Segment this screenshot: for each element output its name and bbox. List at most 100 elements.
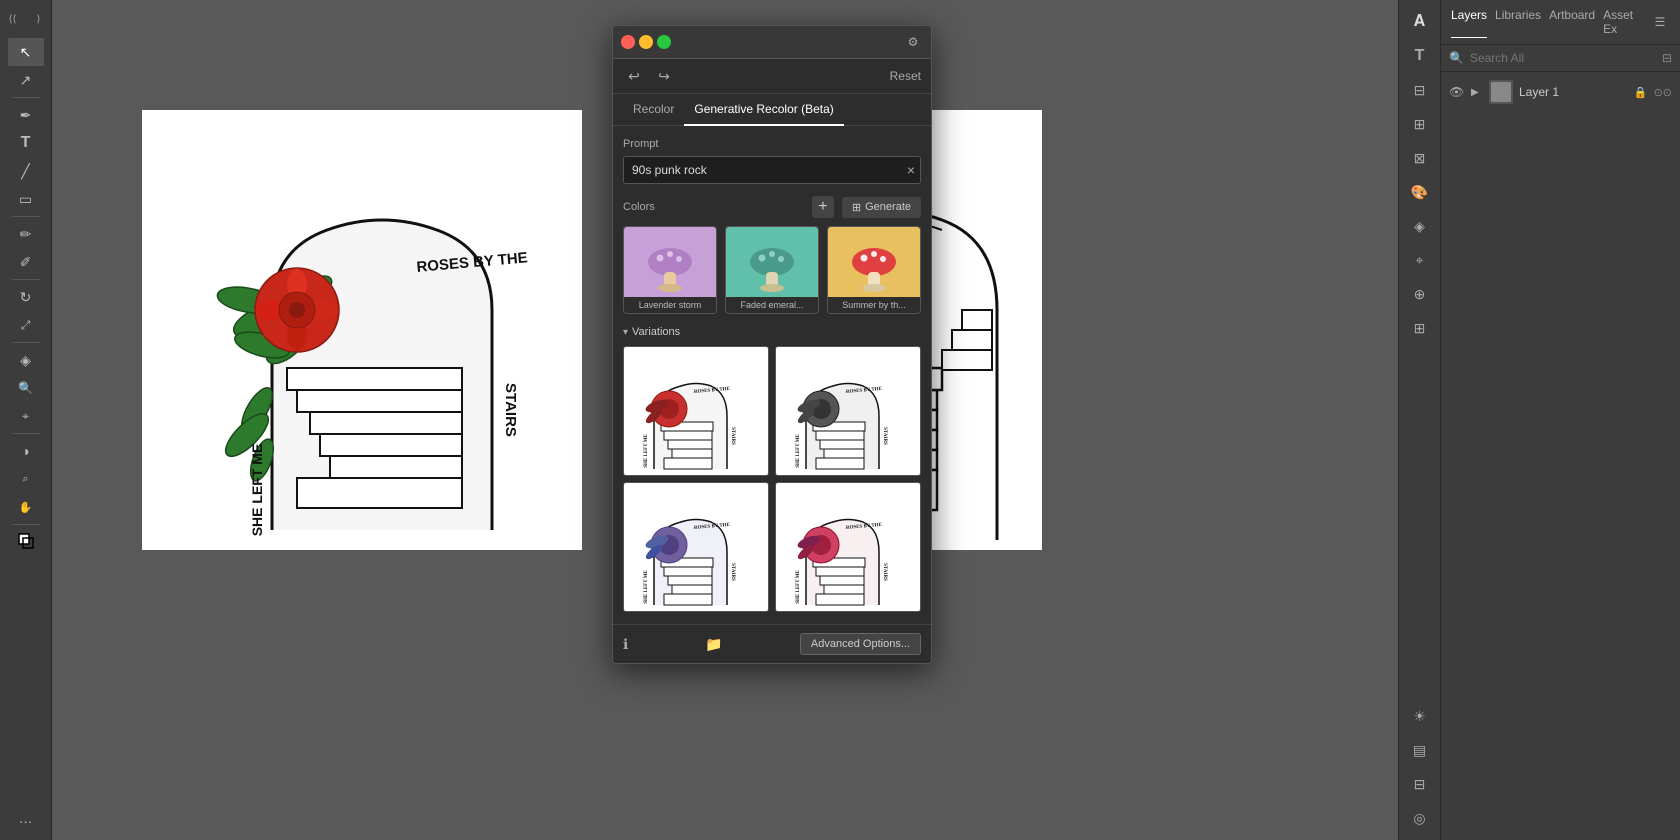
redo-button[interactable]: ↪ <box>653 65 675 87</box>
paintbrush-icon: ✏ <box>20 226 32 243</box>
dialog-drag-handle <box>671 35 903 49</box>
align-icon-btn[interactable]: ⊟ <box>1404 74 1436 106</box>
tool-scale[interactable]: ⤢ <box>8 311 44 339</box>
swatch-lavender-image <box>624 227 716 297</box>
variations-expand-icon: ▾ <box>623 327 628 338</box>
brushes-icon-btn[interactable]: ⌖ <box>1404 244 1436 276</box>
right-icon-strip: 𝐀 T ⊟ ⊞ ⊠ 🎨 ◈ ⌖ ⊕ ⊞ ☀ ▤ ⊟ ◎ <box>1398 0 1440 840</box>
blend-icon: ⌖ <box>22 409 29 424</box>
layer-visibility-icon[interactable]: 👁 <box>1449 85 1465 99</box>
dialog-close-btn[interactable] <box>621 35 635 49</box>
symbols-icon-btn[interactable]: ⊕ <box>1404 278 1436 310</box>
tool-shaper[interactable]: ◈ <box>8 346 44 374</box>
panel-tab-libraries[interactable]: Libraries <box>1495 6 1541 38</box>
tool-pencil[interactable]: ✐ <box>8 248 44 276</box>
tool-paintbrush[interactable]: ✏ <box>8 220 44 248</box>
canvas-area[interactable]: ROSES BY THE STAIRS SHE LEFT ME <box>52 0 1398 840</box>
main-area: ROSES BY THE STAIRS SHE LEFT ME <box>52 0 1398 840</box>
svg-text:STAIRS: STAIRS <box>502 383 519 437</box>
variation-card-2[interactable]: ROSES BY THE STAIRS SHE LEFT ME <box>775 346 921 476</box>
panel-tab-artboard[interactable]: Artboard <box>1549 6 1595 38</box>
transform-icon-btn[interactable]: ⊞ <box>1404 108 1436 140</box>
variations-header[interactable]: ▾ Variations <box>623 326 921 338</box>
search-bar: 🔍 ⊟ <box>1441 45 1680 72</box>
tool-hand[interactable]: ✋ <box>8 493 44 521</box>
variation-card-1[interactable]: ROSES BY THE STAIRS SHE LEFT ME <box>623 346 769 476</box>
tool-more[interactable]: … <box>8 804 44 832</box>
toolbar-collapse-btn[interactable]: ⟨⟨ <box>2 8 24 30</box>
footer-info-button[interactable]: ℹ <box>623 636 628 653</box>
svg-text:SHE LEFT ME: SHE LEFT ME <box>249 444 265 537</box>
line-icon: ╱ <box>21 163 29 180</box>
svg-text:STAIRS: STAIRS <box>730 563 735 581</box>
tool-separator-5 <box>12 433 40 434</box>
tool-blend[interactable]: ⌖ <box>8 402 44 430</box>
variation-card-3[interactable]: ROSES BY THE STAIRS SHE LEFT ME <box>623 482 769 612</box>
panel-tab-asset-ex[interactable]: Asset Ex <box>1603 6 1650 38</box>
generate-button[interactable]: ⊞ Generate <box>842 197 921 218</box>
panel-menu-btn[interactable]: ☰ <box>1650 12 1670 32</box>
tool-rectangle[interactable]: ▭ <box>8 185 44 213</box>
hand-icon: ✋ <box>19 501 33 514</box>
toolbar-collapse-controls: ⟨⟨ ⟩ <box>2 8 50 30</box>
swatch-lavender-storm[interactable]: Lavender storm <box>623 226 717 314</box>
pathfinder-icon-btn[interactable]: ⊠ <box>1404 142 1436 174</box>
dialog-settings-btn[interactable]: ⚙ <box>903 32 923 52</box>
dialog-window-controls <box>621 35 671 49</box>
layer-expand-icon[interactable]: ▶ <box>1471 87 1483 98</box>
dialog-maximize-btn[interactable] <box>657 35 671 49</box>
tab-recolor[interactable]: Recolor <box>623 94 684 126</box>
advanced-options-button[interactable]: Advanced Options... <box>800 633 921 655</box>
swatch-faded-emerald[interactable]: Faded emeral... <box>725 226 819 314</box>
dialog-minimize-btn[interactable] <box>639 35 653 49</box>
tool-direct-select[interactable]: ↗ <box>8 66 44 94</box>
pen-icon: ✒ <box>20 107 32 124</box>
tab-generative-recolor[interactable]: Generative Recolor (Beta) <box>684 94 843 126</box>
tool-separator-6 <box>12 524 40 525</box>
dialog-tabs: Recolor Generative Recolor (Beta) <box>613 94 931 126</box>
svg-text:SHE LEFT ME: SHE LEFT ME <box>796 434 801 468</box>
toolbar-expand-btn[interactable]: ⟩ <box>28 8 50 30</box>
tool-eyedropper[interactable]: 🔍 <box>8 374 44 402</box>
tool-pen[interactable]: ✒ <box>8 101 44 129</box>
color-icon-btn[interactable]: 🎨 <box>1404 176 1436 208</box>
circle-icon-btn[interactable]: ◎ <box>1404 802 1436 834</box>
panel-header-actions: ☰ <box>1650 12 1670 32</box>
search-filter-btn[interactable]: ⊟ <box>1662 51 1672 65</box>
svg-text:STAIRS: STAIRS <box>882 427 887 445</box>
swatch-summer[interactable]: Summer by th... <box>827 226 921 314</box>
sun-icon-btn[interactable]: ☀ <box>1404 700 1436 732</box>
tool-line[interactable]: ╱ <box>8 157 44 185</box>
tool-separator-1 <box>12 97 40 98</box>
tool-fill-stroke[interactable] <box>8 528 44 556</box>
undo-button[interactable]: ↩ <box>623 65 645 87</box>
search-input[interactable] <box>1470 51 1656 65</box>
swatches-icon-btn[interactable]: ◈ <box>1404 210 1436 242</box>
reset-button[interactable]: Reset <box>890 69 921 83</box>
graph-icon-btn[interactable]: ⊞ <box>1404 312 1436 344</box>
swatch-faded-image <box>726 227 818 297</box>
layer-item-layer1[interactable]: 👁 ▶ Layer 1 🔒 ⊙⊙ <box>1441 76 1680 108</box>
type-icon: T <box>21 134 31 152</box>
add-color-button[interactable]: + <box>812 196 834 218</box>
pencil-icon: ✐ <box>20 254 32 271</box>
tool-selector[interactable]: ↖ <box>8 38 44 66</box>
layer-dots-icon: ⊙⊙ <box>1654 86 1672 99</box>
properties-icon-btn[interactable]: 𝐀 <box>1404 6 1436 38</box>
appearance-icon-btn[interactable]: ⊟ <box>1404 768 1436 800</box>
svg-text:SHE LEFT ME: SHE LEFT ME <box>644 570 649 604</box>
panel-tab-layers[interactable]: Layers <box>1451 6 1487 38</box>
variation-card-4[interactable]: ROSES BY THE STAIRS SHE LEFT ME <box>775 482 921 612</box>
tool-type[interactable]: T <box>8 129 44 157</box>
type-icon-btn[interactable]: T <box>1404 40 1436 72</box>
tool-zoom[interactable]: ⌕ <box>8 465 44 493</box>
layers-stack-icon-btn[interactable]: ▤ <box>1404 734 1436 766</box>
tool-separator-3 <box>12 279 40 280</box>
tool-rotate[interactable]: ↻ <box>8 283 44 311</box>
footer-folder-button[interactable]: 📁 <box>705 636 722 653</box>
svg-text:STAIRS: STAIRS <box>730 427 735 445</box>
prompt-clear-button[interactable]: × <box>907 162 915 178</box>
prompt-input[interactable] <box>623 156 921 184</box>
layer-lock-icon[interactable]: 🔒 <box>1634 86 1648 99</box>
tool-gradient[interactable]: ◑ <box>8 437 44 465</box>
